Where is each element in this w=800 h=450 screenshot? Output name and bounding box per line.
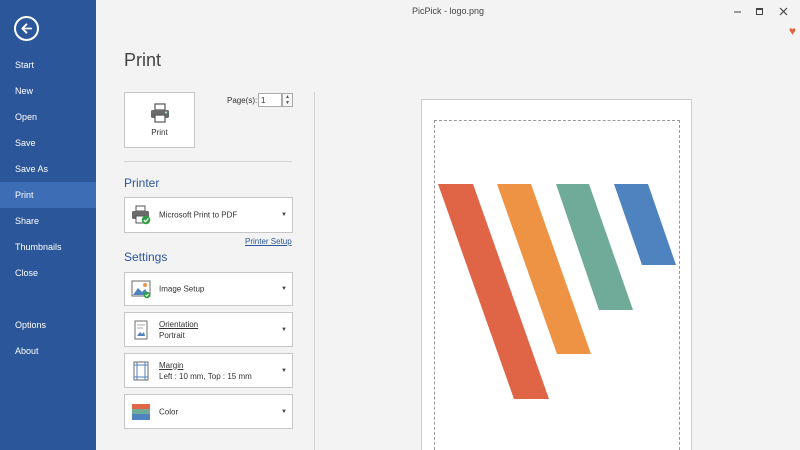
printer-select[interactable]: Microsoft Print to PDF ▼ (124, 197, 293, 233)
page-title: Print (124, 50, 162, 70)
window-title: PicPick - logo.png (411, 6, 485, 16)
sidebar-nav: Start New Open Save Save As Print Share … (0, 52, 96, 364)
printer-setup-link[interactable]: Printer Setup (245, 237, 292, 246)
sidebar-item-save-as[interactable]: Save As (0, 156, 96, 182)
image-setup-select[interactable]: Image Setup ▼ (124, 272, 293, 306)
sidebar-item-open[interactable]: Open (0, 104, 96, 130)
sidebar-item-options[interactable]: Options (0, 312, 96, 338)
close-icon (779, 7, 787, 15)
heart-icon[interactable]: ♥ (789, 24, 796, 38)
orientation-label: Orientation (159, 319, 199, 329)
margin-select[interactable]: Margin Left : 10 mm, Top : 15 mm ▼ (124, 353, 293, 388)
divider (124, 161, 292, 162)
vertical-divider (314, 92, 315, 450)
chevron-down-icon: ▼ (281, 286, 287, 292)
color-icon (132, 403, 150, 420)
logo-stripe-blue (614, 184, 676, 265)
spinner-down-icon[interactable]: ▼ (283, 100, 292, 106)
sidebar-item-close[interactable]: Close (0, 260, 96, 286)
pages-spinner[interactable]: ▲ ▼ (282, 93, 293, 107)
printer-check-icon (132, 205, 151, 225)
chevron-down-icon: ▼ (281, 326, 287, 333)
maximize-button[interactable] (748, 3, 770, 19)
printer-heading: Printer (124, 176, 160, 190)
orientation-text: Orientation Portrait (159, 319, 198, 341)
orientation-select[interactable]: Orientation Portrait ▼ (124, 312, 293, 347)
print-preview-page (421, 99, 692, 450)
sidebar-item-save[interactable]: Save (0, 130, 96, 156)
arrow-left-icon (21, 23, 33, 34)
printer-select-value: Microsoft Print to PDF (159, 210, 238, 220)
minimize-button[interactable] (726, 3, 748, 19)
maximize-icon (755, 7, 763, 15)
orientation-portrait-icon (134, 320, 148, 339)
print-button-label: Print (151, 128, 168, 137)
image-setup-label: Image Setup (159, 284, 205, 294)
sidebar-item-start[interactable]: Start (0, 52, 96, 78)
printer-icon (150, 103, 169, 123)
margin-icon (133, 361, 149, 380)
close-window-button[interactable] (772, 3, 794, 19)
pages-label: Page(s): (227, 96, 258, 105)
image-setup-icon (131, 280, 151, 299)
back-button[interactable] (14, 16, 39, 41)
picpick-logo-image (438, 184, 676, 399)
sidebar-item-thumbnails[interactable]: Thumbnails (0, 234, 96, 260)
minimize-icon (733, 11, 741, 12)
chevron-down-icon: ▼ (281, 212, 287, 218)
sidebar-item-about[interactable]: About (0, 338, 96, 364)
sidebar: Start New Open Save Save As Print Share … (0, 0, 96, 450)
settings-heading: Settings (124, 250, 168, 264)
pages-input[interactable] (258, 93, 282, 107)
orientation-value: Portrait (159, 330, 185, 340)
sidebar-item-print[interactable]: Print (0, 182, 96, 208)
print-button[interactable]: Print (124, 92, 195, 148)
color-label: Color (159, 407, 179, 416)
chevron-down-icon: ▼ (281, 367, 287, 374)
margin-value: Left : 10 mm, Top : 15 mm (159, 371, 252, 381)
title-bar: PicPick - logo.png (96, 0, 800, 24)
margin-label: Margin (159, 360, 184, 370)
sidebar-item-share[interactable]: Share (0, 208, 96, 234)
margin-text: Margin Left : 10 mm, Top : 15 mm (159, 360, 252, 382)
color-select[interactable]: Color ▼ (124, 394, 293, 429)
chevron-down-icon: ▼ (281, 408, 287, 415)
sidebar-item-new[interactable]: New (0, 78, 96, 104)
